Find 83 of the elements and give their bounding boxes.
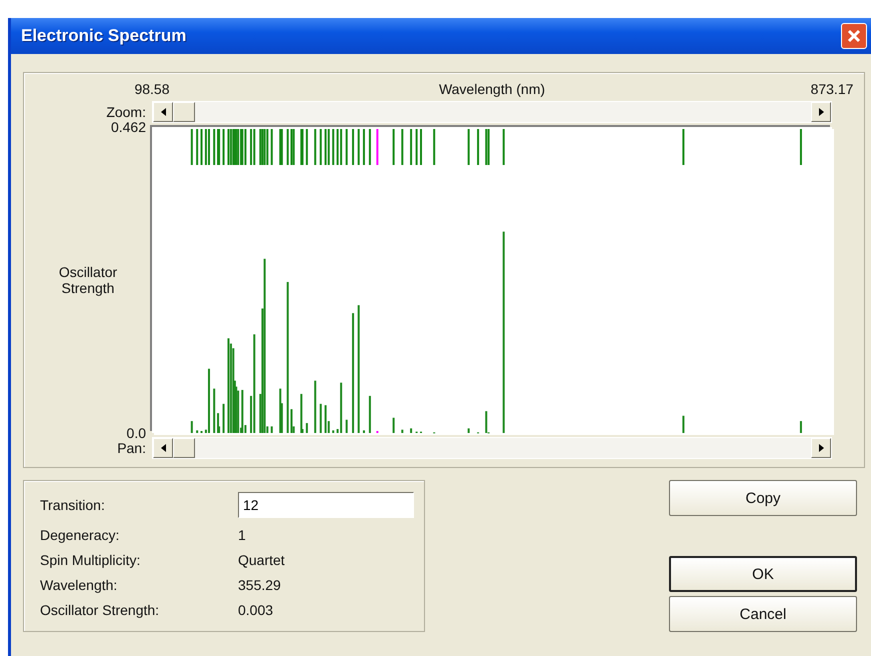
transition-tick[interactable] [230, 129, 232, 165]
scroll-thumb[interactable] [173, 102, 195, 122]
detail-value: 0.003 [238, 602, 274, 618]
transition-tick[interactable] [401, 129, 404, 165]
detail-label: Degeneracy: [40, 527, 120, 543]
detail-value: Quartet [238, 552, 286, 568]
transition-tick[interactable] [286, 129, 289, 165]
detail-label: Oscillator Strength: [40, 602, 160, 618]
dialog-button[interactable]: Cancel [669, 596, 857, 632]
transition-tick[interactable] [200, 129, 203, 165]
close-button[interactable] [841, 23, 867, 49]
pan-scrollbar[interactable] [152, 437, 832, 459]
axis-title: Wavelength (nm) [438, 81, 546, 97]
transition-tick[interactable] [477, 129, 480, 165]
detail-label: Transition: [40, 497, 106, 513]
y-axis-title: Oscillator Strength [58, 264, 118, 296]
transition-tick[interactable] [227, 129, 230, 165]
transition-tick[interactable] [259, 129, 262, 165]
transition-tick[interactable] [362, 129, 365, 165]
transition-tick[interactable] [340, 129, 342, 165]
dialog-button[interactable]: Copy [669, 480, 857, 516]
scroll-right-button[interactable] [811, 102, 831, 122]
transition-tick[interactable] [392, 129, 395, 165]
transition-tick[interactable] [232, 129, 234, 165]
scroll-right-button[interactable] [811, 438, 831, 458]
detail-label: Spin Multiplicity: [40, 552, 142, 568]
transition-tick[interactable] [328, 129, 330, 165]
transition-tick[interactable] [502, 129, 505, 165]
transition-tick[interactable] [196, 129, 198, 165]
transition-tick[interactable] [416, 129, 418, 165]
transition-tick[interactable] [244, 129, 246, 165]
scroll-thumb[interactable] [173, 438, 195, 458]
transition-tick[interactable] [376, 129, 378, 165]
detail-value: 355.29 [238, 577, 282, 593]
transition-tick[interactable] [253, 129, 256, 165]
transition-tick[interactable] [290, 129, 293, 165]
transition-tick[interactable] [266, 129, 268, 165]
zoom-scrollbar[interactable] [152, 101, 832, 123]
transition-tick[interactable] [279, 129, 282, 165]
transition-tick[interactable] [368, 129, 371, 165]
transition-tick[interactable] [358, 129, 360, 165]
transition-tick[interactable] [314, 129, 316, 165]
left-arrow-icon [160, 444, 166, 452]
zoom-label: Zoom: [106, 104, 146, 120]
transition-tick[interactable] [433, 129, 436, 165]
scroll-left-button[interactable] [153, 438, 173, 458]
axis-tick-label: 98.58 [133, 80, 171, 99]
transition-tick[interactable] [410, 129, 412, 165]
close-icon [847, 29, 861, 43]
transition-tick[interactable] [250, 129, 252, 165]
transition-tick[interactable] [237, 129, 240, 165]
transition-tick[interactable] [306, 129, 308, 165]
transition-field[interactable]: 12 [238, 492, 414, 518]
scroll-left-button[interactable] [153, 102, 173, 122]
axis-tick-label: 0.0 [126, 424, 146, 443]
detail-value: 1 [238, 527, 247, 543]
transition-tick[interactable] [292, 129, 295, 165]
transition-tick[interactable] [204, 129, 207, 165]
transition-tick[interactable] [468, 129, 470, 165]
transition-tick[interactable] [270, 129, 273, 165]
dialog-button[interactable]: OK [669, 556, 857, 592]
detail-label: Wavelength: [40, 577, 118, 593]
axis-tick-label: 873.17 [810, 80, 854, 99]
transition-tick[interactable] [336, 129, 339, 165]
transition-tick[interactable] [213, 129, 216, 165]
transition-tick[interactable] [264, 129, 266, 165]
window-title: Electronic Spectrum [21, 26, 186, 46]
transition-tick[interactable] [352, 129, 354, 165]
transition-tick[interactable] [485, 129, 488, 165]
pan-label: Pan: [117, 440, 146, 456]
left-arrow-icon [160, 108, 166, 116]
transition-tick[interactable] [320, 129, 322, 165]
right-arrow-icon [818, 444, 824, 452]
transition-tick[interactable] [488, 129, 490, 165]
transition-tick[interactable] [800, 129, 802, 165]
axis-tick-label: 0.462 [110, 118, 146, 137]
right-arrow-icon [818, 108, 824, 116]
transition-tick[interactable] [682, 129, 684, 165]
transition-tick[interactable] [332, 129, 334, 165]
transition-tick[interactable] [346, 129, 348, 165]
transition-tick[interactable] [222, 129, 225, 165]
transition-tick[interactable] [324, 129, 327, 165]
transition-tick[interactable] [190, 129, 193, 165]
